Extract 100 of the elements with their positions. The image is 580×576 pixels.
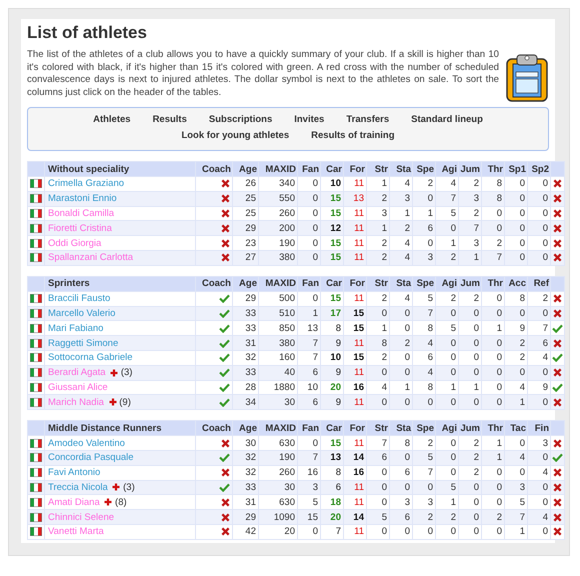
column-header[interactable]: Age [233,276,258,291]
column-header[interactable]: Spe [413,276,435,291]
table-cell: 15 [330,193,341,204]
table-cell: 4 [520,382,525,393]
column-header[interactable]: Jum [459,162,481,176]
table-cell: 7 [496,252,502,264]
nav-link[interactable]: Invites [294,114,324,125]
injury-days: (3) [120,367,132,378]
column-header[interactable]: MAXID [259,421,297,436]
column-header[interactable]: Coach [196,162,232,176]
table-cell: 9 [336,338,341,349]
table-cell: 15 [353,352,364,364]
column-header[interactable]: Jum [459,276,481,291]
column-header[interactable]: Jum [459,421,481,436]
table-cell: 15 [330,238,341,249]
table-cell: 0 [312,293,318,304]
column-header[interactable]: Middle Distance Runners [45,421,195,436]
table-cell: 8 [496,193,502,204]
column-header[interactable]: Car [321,162,343,176]
column-header[interactable]: Spe [413,162,435,176]
column-header[interactable]: For [344,421,366,436]
table-cell: 3 [542,438,548,449]
column-header[interactable]: Thr [482,421,504,436]
table-cell: 8 [404,438,410,449]
column-header[interactable]: Fin [528,421,550,436]
column-header[interactable]: Agi [436,162,458,176]
column-header[interactable]: For [344,162,366,176]
column-header[interactable]: Age [233,162,258,176]
column-header[interactable]: Sprinters [45,276,195,291]
column-header[interactable]: Fan [298,276,320,291]
column-header[interactable]: Sta [390,421,412,436]
table-cell: 4 [404,252,410,264]
injury-cross-icon [112,483,120,492]
column-header[interactable]: Car [321,421,343,436]
table-cell: 1 [520,526,525,538]
table-cell: 0 [450,308,456,319]
column-header[interactable]: Tac [505,421,527,436]
column-header[interactable]: Thr [482,276,504,291]
table-cell: 1 [496,322,502,334]
table-cell: 16 [353,382,364,393]
table-cell: 0 [382,308,387,319]
column-header[interactable]: Thr [482,162,504,176]
table-cell: 0 [496,208,502,219]
column-header[interactable]: Age [233,421,258,436]
table-cell: 15 [330,252,341,264]
table-cell: 0 [474,338,479,349]
injury-days: (8) [115,496,127,508]
table-cell: 0 [382,467,387,478]
flag-icon [30,368,42,378]
column-header[interactable]: Agi [436,421,458,436]
table-cell: 0 [312,178,318,190]
table-cell: 0 [450,338,456,349]
column-header[interactable]: MAXID [259,276,297,291]
table-cell: 6 [336,482,341,493]
column-header[interactable]: Without speciality [45,162,195,176]
nav-link[interactable]: Results [152,114,187,125]
nav-link[interactable]: Subscriptions [208,114,272,125]
table-cell: 7 [336,526,341,538]
column-header[interactable]: Fan [298,421,320,436]
table-cell: 630 [279,496,295,508]
column-header[interactable]: Coach [196,421,232,436]
table-cell: 2 [404,222,410,234]
table-cell: 0 [382,496,387,508]
table-cell: 0 [520,178,525,190]
nav-link[interactable]: Results of training [311,130,395,141]
table-cell: 11 [354,482,364,493]
flag-icon [30,338,42,348]
column-header[interactable]: Str [367,162,389,176]
table-cell: 4 [542,512,548,523]
table-cell: 4 [404,293,410,304]
table-cell: 4 [428,338,433,349]
nav-link[interactable]: Transfers [346,114,390,125]
column-header[interactable]: Fan [298,162,320,176]
column-header[interactable]: Agi [436,276,458,291]
column-header[interactable]: Spe [413,421,435,436]
table-cell: 0 [542,526,548,538]
column-header[interactable]: Ref [528,276,550,291]
column-header[interactable]: Sp2 [528,162,550,176]
nav-link[interactable]: Athletes [93,114,131,125]
table-cell: 23 [245,238,256,249]
table-cell: 11 [354,438,364,449]
column-header[interactable]: Acc [505,276,527,291]
column-header[interactable]: Car [321,276,343,291]
table-cell: 0 [496,382,502,393]
table-cell: 1 [474,252,479,264]
column-header[interactable]: For [344,276,366,291]
table-cell: 160 [279,352,295,364]
column-header[interactable]: Str [367,421,389,436]
nav-link[interactable]: Look for young athletes [181,130,290,141]
column-header[interactable]: MAXID [259,162,297,176]
column-header[interactable]: Coach [196,276,232,291]
table-cell: 11 [354,238,364,249]
table-cell: 29 [245,512,256,523]
column-header[interactable]: Sp1 [505,162,527,176]
nav-link[interactable]: Standard lineup [411,114,483,125]
column-header[interactable]: Sta [390,276,412,291]
table-cell: 6 [312,367,318,378]
column-header[interactable]: Sta [390,162,412,176]
column-header[interactable]: Str [367,276,389,291]
table-cell: 0 [474,352,479,364]
